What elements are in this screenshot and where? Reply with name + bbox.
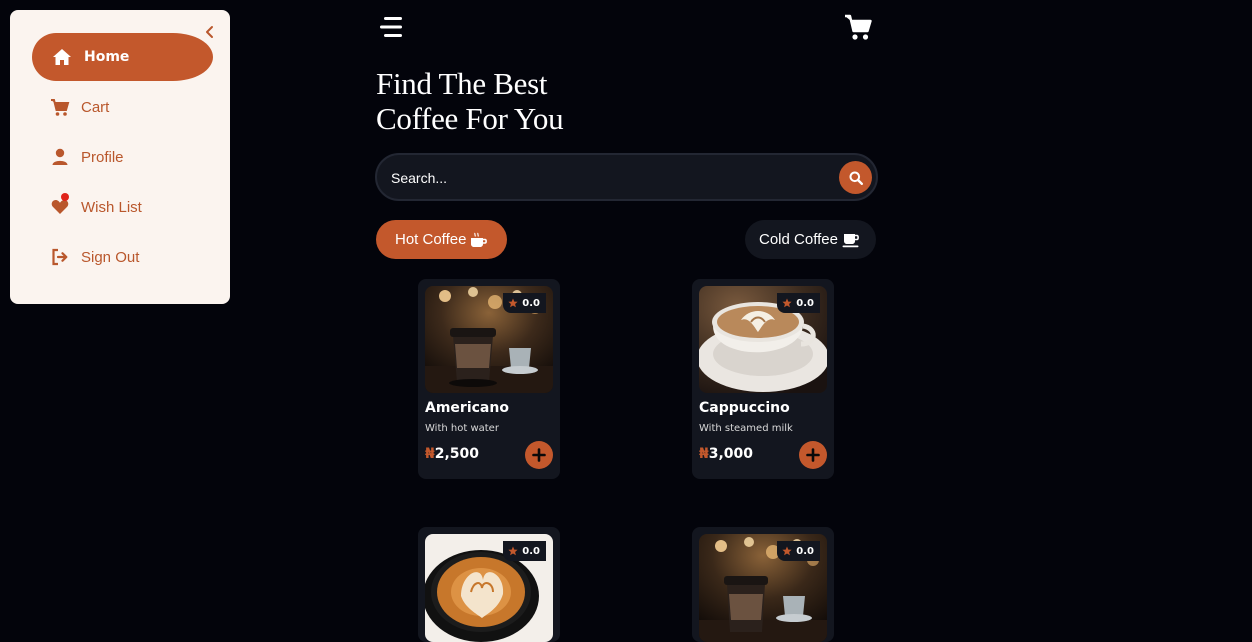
star-icon bbox=[782, 298, 792, 308]
sidebar-item-label: Profile bbox=[81, 148, 124, 166]
sidebar-item-label: Home bbox=[84, 49, 130, 65]
rating-badge: 0.0 bbox=[503, 293, 546, 313]
product-price: ₦2,500 bbox=[425, 446, 479, 462]
price-value: 2,500 bbox=[434, 446, 480, 462]
product-image: 0.0 bbox=[699, 286, 827, 393]
product-description: With steamed milk bbox=[699, 423, 793, 434]
sidebar-item-label: Wish List bbox=[81, 198, 142, 216]
product-image: 0.0 bbox=[425, 534, 553, 642]
price-value: 3,000 bbox=[708, 446, 754, 462]
page-title-line: Coffee For You bbox=[376, 101, 564, 136]
rating-value: 0.0 bbox=[522, 545, 540, 557]
rating-badge: 0.0 bbox=[777, 541, 820, 561]
product-card[interactable]: 0.0 bbox=[418, 527, 560, 642]
product-image: 0.0 bbox=[425, 286, 553, 393]
plus-icon bbox=[532, 448, 546, 462]
home-icon bbox=[52, 47, 72, 67]
product-card[interactable]: 0.0 Americano With hot water ₦2,500 bbox=[418, 279, 560, 479]
mug-icon bbox=[842, 233, 859, 247]
cart-icon[interactable] bbox=[843, 12, 873, 42]
product-name: Americano bbox=[425, 400, 509, 416]
search-button[interactable] bbox=[839, 161, 872, 194]
sidebar-item-wishlist[interactable]: Wish List bbox=[32, 183, 213, 231]
rating-value: 0.0 bbox=[796, 545, 814, 557]
page-title: Find The Best Coffee For You bbox=[376, 66, 736, 136]
rating-value: 0.0 bbox=[796, 297, 814, 309]
product-image: 0.0 bbox=[699, 534, 827, 642]
product-description: With hot water bbox=[425, 423, 499, 434]
menu-icon[interactable] bbox=[380, 16, 406, 38]
product-card[interactable]: 0.0 bbox=[692, 527, 834, 642]
category-cold-coffee[interactable]: Cold Coffee bbox=[745, 220, 876, 259]
rating-value: 0.0 bbox=[522, 297, 540, 309]
sidebar-item-label: Sign Out bbox=[81, 248, 140, 266]
category-label: Hot Coffee bbox=[395, 231, 467, 248]
plus-icon bbox=[806, 448, 820, 462]
notification-dot bbox=[61, 193, 69, 201]
rating-badge: 0.0 bbox=[777, 293, 820, 313]
currency-symbol: ₦ bbox=[425, 446, 435, 462]
add-to-cart-button[interactable] bbox=[525, 441, 553, 469]
product-card[interactable]: 0.0 Cappuccino With steamed milk ₦3,000 bbox=[692, 279, 834, 479]
search-icon bbox=[849, 171, 863, 185]
mug-hot-icon bbox=[471, 232, 488, 247]
rating-badge: 0.0 bbox=[503, 541, 546, 561]
category-label: Cold Coffee bbox=[759, 231, 838, 248]
page-title-line: Find The Best bbox=[376, 66, 548, 101]
product-price: ₦3,000 bbox=[699, 446, 753, 462]
cart-icon bbox=[50, 97, 70, 117]
sidebar: Home Cart Profile Wish List Sign Out bbox=[10, 10, 230, 304]
search-input[interactable] bbox=[391, 165, 831, 191]
heart-icon bbox=[50, 193, 70, 217]
user-icon bbox=[50, 147, 70, 167]
sidebar-item-cart[interactable]: Cart bbox=[32, 83, 213, 131]
sidebar-item-label: Cart bbox=[81, 98, 110, 116]
star-icon bbox=[508, 298, 518, 308]
add-to-cart-button[interactable] bbox=[799, 441, 827, 469]
chevron-left-icon[interactable] bbox=[202, 24, 218, 40]
star-icon bbox=[508, 546, 518, 556]
category-hot-coffee[interactable]: Hot Coffee bbox=[376, 220, 507, 259]
sidebar-item-profile[interactable]: Profile bbox=[32, 133, 213, 181]
currency-symbol: ₦ bbox=[699, 446, 709, 462]
search-bar bbox=[375, 153, 878, 201]
product-name: Cappuccino bbox=[699, 400, 790, 416]
sign-out-icon bbox=[50, 247, 70, 267]
star-icon bbox=[782, 546, 792, 556]
sidebar-item-home[interactable]: Home bbox=[32, 33, 213, 81]
sidebar-item-sign-out[interactable]: Sign Out bbox=[32, 233, 213, 281]
